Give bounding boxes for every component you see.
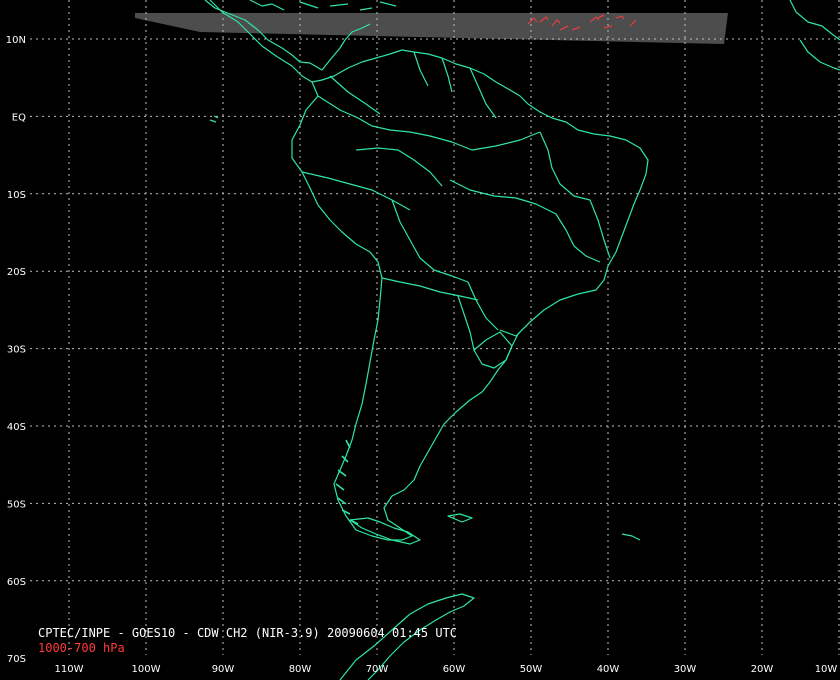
longitude-label: 20W [751, 664, 774, 675]
latitude-label: 20S [7, 267, 26, 278]
longitude-label: 10W [815, 664, 838, 675]
longitude-label: 40W [597, 664, 620, 675]
longitude-label: 100W [132, 664, 161, 675]
longitude-label: 80W [289, 664, 312, 675]
satellite-wind-map: 10N EQ 10S 20S 30S 40S 50S 60S 70S 110W 100W 90W 80… [0, 0, 840, 680]
longitude-label: 50W [520, 664, 543, 675]
latitude-label: 10S [7, 190, 26, 201]
latitude-label: 30S [7, 345, 26, 356]
longitude-label: 90W [212, 664, 235, 675]
longitude-label: 70W [366, 664, 389, 675]
longitude-label: 60W [443, 664, 466, 675]
map-background [0, 0, 840, 680]
latitude-label: 10N [6, 35, 26, 46]
longitude-label: 110W [55, 664, 84, 675]
latitude-label: 50S [7, 499, 26, 510]
latitude-label: 60S [7, 577, 26, 588]
pressure-level-label: 1000-700 hPa [38, 641, 125, 655]
latitude-label: EQ [12, 112, 26, 123]
longitude-label: 30W [674, 664, 697, 675]
latitude-label: 40S [7, 422, 26, 433]
latitude-label: 70S [7, 654, 26, 665]
product-title: CPTEC/INPE - GOES10 - CDW CH2 (NIR-3.9) … [38, 626, 458, 640]
